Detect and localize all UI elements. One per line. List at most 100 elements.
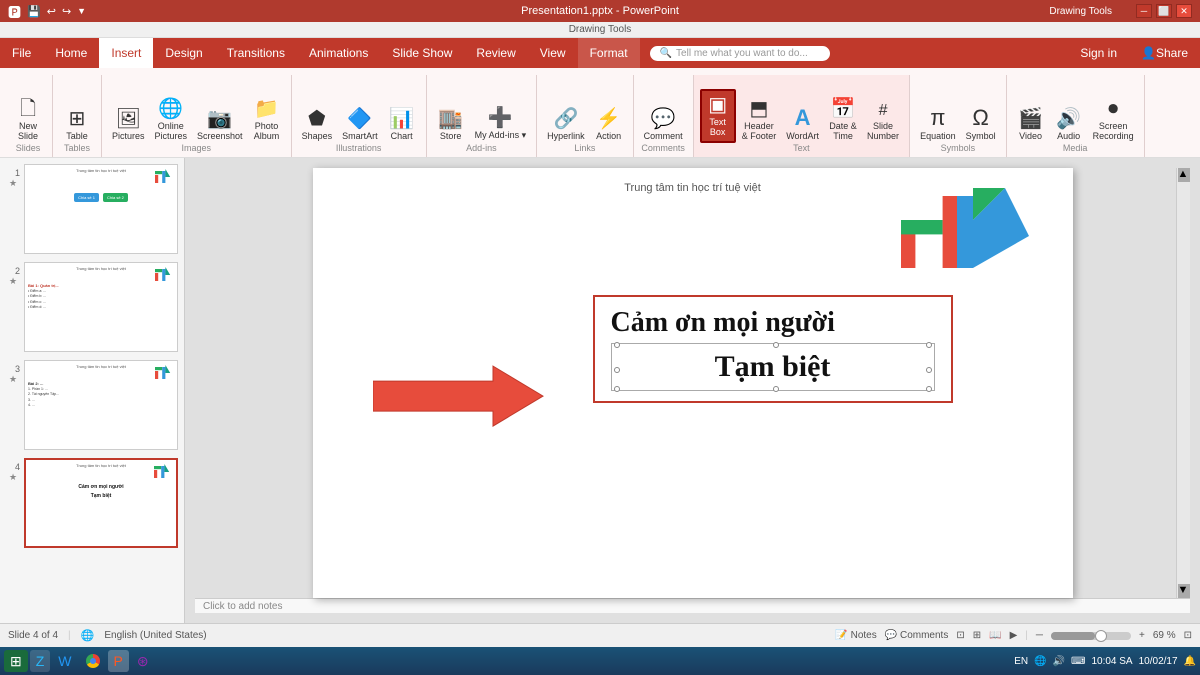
customize-icon[interactable]: ▼ <box>77 6 86 16</box>
menu-home[interactable]: Home <box>43 38 99 68</box>
title-bar: 🅿 💾 ↩ ↪ ▼ Presentation1.pptx - PowerPoin… <box>0 0 1200 22</box>
pictures-btn[interactable]: 🖼 Pictures <box>108 107 149 143</box>
window-controls: Drawing Tools ─ ⬜ ✕ <box>1049 4 1192 18</box>
scroll-down-arrow[interactable]: ▼ <box>1178 584 1190 598</box>
audio-btn[interactable]: 🔊 Audio <box>1051 107 1087 143</box>
slide-canvas[interactable]: Trung tâm tin học trí tuệ việt <box>313 168 1073 598</box>
store-btn[interactable]: 🏬 Store <box>433 107 469 143</box>
taskbar-chrome[interactable] <box>80 650 106 672</box>
menu-format[interactable]: Format <box>578 38 640 68</box>
zoom-slider[interactable] <box>1051 632 1131 640</box>
view-reading-btn[interactable]: 📖 <box>989 630 1001 641</box>
smartart-icon: 🔷 <box>347 109 372 129</box>
hyperlink-btn[interactable]: 🔗 Hyperlink <box>543 107 589 143</box>
language-icon: 🌐 <box>81 629 95 642</box>
inner-textbox[interactable]: Tạm biệt <box>611 343 935 391</box>
word-icon: W <box>58 653 71 669</box>
equation-btn[interactable]: π Equation <box>916 105 960 143</box>
redo-icon[interactable]: ↪ <box>62 5 71 18</box>
photo-album-btn[interactable]: 📁 PhotoAlbum <box>249 97 285 143</box>
zoom-in-btn[interactable]: + <box>1139 630 1145 641</box>
textbox-btn[interactable]: ▣ TextBox <box>700 89 736 143</box>
share-btn[interactable]: 👤 Share <box>1129 38 1200 68</box>
chart-icon: 📊 <box>389 109 414 129</box>
taskbar-zalo[interactable]: Z <box>30 650 51 672</box>
action-btn[interactable]: ⚡ Action <box>591 107 627 143</box>
chart-btn[interactable]: 📊 Chart <box>384 107 420 143</box>
comment-btn[interactable]: 💬 Comment <box>640 107 687 143</box>
notes-bar[interactable]: Click to add notes <box>195 598 1190 613</box>
menu-insert[interactable]: Insert <box>99 38 153 68</box>
ribbon-group-addins: 🏬 Store ➕ My Add-ins ▾ Add-ins <box>427 75 538 157</box>
main-content-area: Cảm ơn mọi người <box>593 295 953 403</box>
close-btn[interactable]: ✕ <box>1176 4 1192 18</box>
equation-icon: π <box>930 107 945 129</box>
taskbar-time: 10:04 SA <box>1091 656 1132 667</box>
table-icon: ⊞ <box>69 109 86 129</box>
status-bar-right: 📝 Notes 💬 Comments ⊡ ⊞ 📖 ▶ | ─ + 69 % ⊡ <box>835 630 1192 641</box>
slide-img-4[interactable]: Trung tâm tin học trí tuệ việt Cảm ơn mọ… <box>24 458 178 548</box>
ttv-logo <box>893 178 1053 281</box>
notes-btn[interactable]: 📝 Notes <box>835 630 876 641</box>
menu-transitions[interactable]: Transitions <box>215 38 297 68</box>
menu-slideshow[interactable]: Slide Show <box>380 38 464 68</box>
slide-thumb-2[interactable]: 2 ★ Trung tâm tin học trí tuệ việt <box>4 260 180 354</box>
taskbar-extra[interactable]: ⊛ <box>131 650 155 672</box>
shapes-icon: ⬟ <box>308 109 325 129</box>
ribbon-group-slides: 🗋 NewSlide Slides <box>4 75 53 157</box>
slide-thumb-1[interactable]: 1 ★ Trung tâm tin học trí tuệ việt <box>4 162 180 256</box>
save-icon[interactable]: 💾 <box>27 5 41 18</box>
my-addins-btn[interactable]: ➕ My Add-ins ▾ <box>471 106 531 143</box>
slide-thumb-4[interactable]: 4 ★ Trung tâm tin học trí tuệ việt <box>4 456 180 550</box>
slide-img-1[interactable]: Trung tâm tin học trí tuệ việt Chia sẻ 1… <box>24 164 178 254</box>
view-normal-btn[interactable]: ⊡ <box>956 630 964 641</box>
search-input-container[interactable]: 🔍 Tell me what you want to do... <box>650 46 830 61</box>
window-title: Presentation1.pptx - PowerPoint <box>521 5 679 17</box>
view-slideshow-btn[interactable]: ▶ <box>1010 630 1018 641</box>
slide-number-btn[interactable]: # SlideNumber <box>863 101 903 143</box>
powerpoint-icon: 🅿 <box>8 2 21 21</box>
search-placeholder: Tell me what you want to do... <box>676 48 808 59</box>
menu-review[interactable]: Review <box>464 38 527 68</box>
slides-panel: 1 ★ Trung tâm tin học trí tuệ việt <box>0 158 185 623</box>
view-slide-sorter-btn[interactable]: ⊞ <box>973 630 981 641</box>
menu-view[interactable]: View <box>528 38 578 68</box>
menu-animations[interactable]: Animations <box>297 38 380 68</box>
symbol-btn[interactable]: Ω Symbol <box>962 105 1000 143</box>
taskbar-powerpoint[interactable]: P <box>108 650 129 672</box>
start-btn[interactable]: ⊞ <box>4 650 28 672</box>
new-slide-btn[interactable]: 🗋 NewSlide <box>10 97 46 143</box>
comments-btn[interactable]: 💬 Comments <box>885 630 949 641</box>
slide-info: Slide 4 of 4 <box>8 630 58 641</box>
header-footer-icon: ⬒ <box>749 99 768 119</box>
minimize-btn[interactable]: ─ <box>1136 4 1152 18</box>
ribbon: 🗋 NewSlide Slides ⊞ Table Tables 🖼 Pictu… <box>0 68 1200 158</box>
slide-img-3[interactable]: Trung tâm tin học trí tuệ việt Bài 2: ..… <box>24 360 178 450</box>
fit-slide-btn[interactable]: ⊡ <box>1184 630 1192 641</box>
vertical-scrollbar[interactable]: ▲ ▼ <box>1176 168 1190 598</box>
zoom-out-btn[interactable]: ─ <box>1036 630 1043 641</box>
online-pictures-btn[interactable]: 🌐 OnlinePictures <box>151 97 192 143</box>
screen-recording-btn[interactable]: ⏺ ScreenRecording <box>1089 97 1138 143</box>
header-footer-btn[interactable]: ⬒ Header& Footer <box>738 97 781 143</box>
smartart-btn[interactable]: 🔷 SmartArt <box>338 107 382 143</box>
menu-design[interactable]: Design <box>153 38 214 68</box>
slide-thumb-3[interactable]: 3 ★ Trung tâm tin học trí tuệ việt <box>4 358 180 452</box>
restore-btn[interactable]: ⬜ <box>1156 4 1172 18</box>
table-btn[interactable]: ⊞ Table <box>59 107 95 143</box>
menu-file[interactable]: File <box>0 38 43 68</box>
taskbar-word[interactable]: W <box>52 650 77 672</box>
shapes-btn[interactable]: ⬟ Shapes <box>298 107 337 143</box>
status-bar: Slide 4 of 4 | 🌐 English (United States)… <box>0 623 1200 647</box>
video-btn[interactable]: 🎬 Video <box>1013 107 1049 143</box>
notes-icon: 📝 <box>835 630 847 641</box>
sign-in-btn[interactable]: Sign in <box>1068 38 1129 68</box>
scroll-up-arrow[interactable]: ▲ <box>1178 168 1190 182</box>
undo-icon[interactable]: ↩ <box>47 5 56 18</box>
screenshot-btn[interactable]: 📷 Screenshot <box>193 107 247 143</box>
slide-img-2[interactable]: Trung tâm tin học trí tuệ việt Bài 1: Qu… <box>24 262 178 352</box>
wordart-btn[interactable]: A WordArt <box>782 105 823 143</box>
notifications-icon[interactable]: 🔔 <box>1184 656 1196 667</box>
chrome-icon <box>86 654 100 668</box>
date-time-btn[interactable]: 📅 Date &Time <box>825 97 861 143</box>
